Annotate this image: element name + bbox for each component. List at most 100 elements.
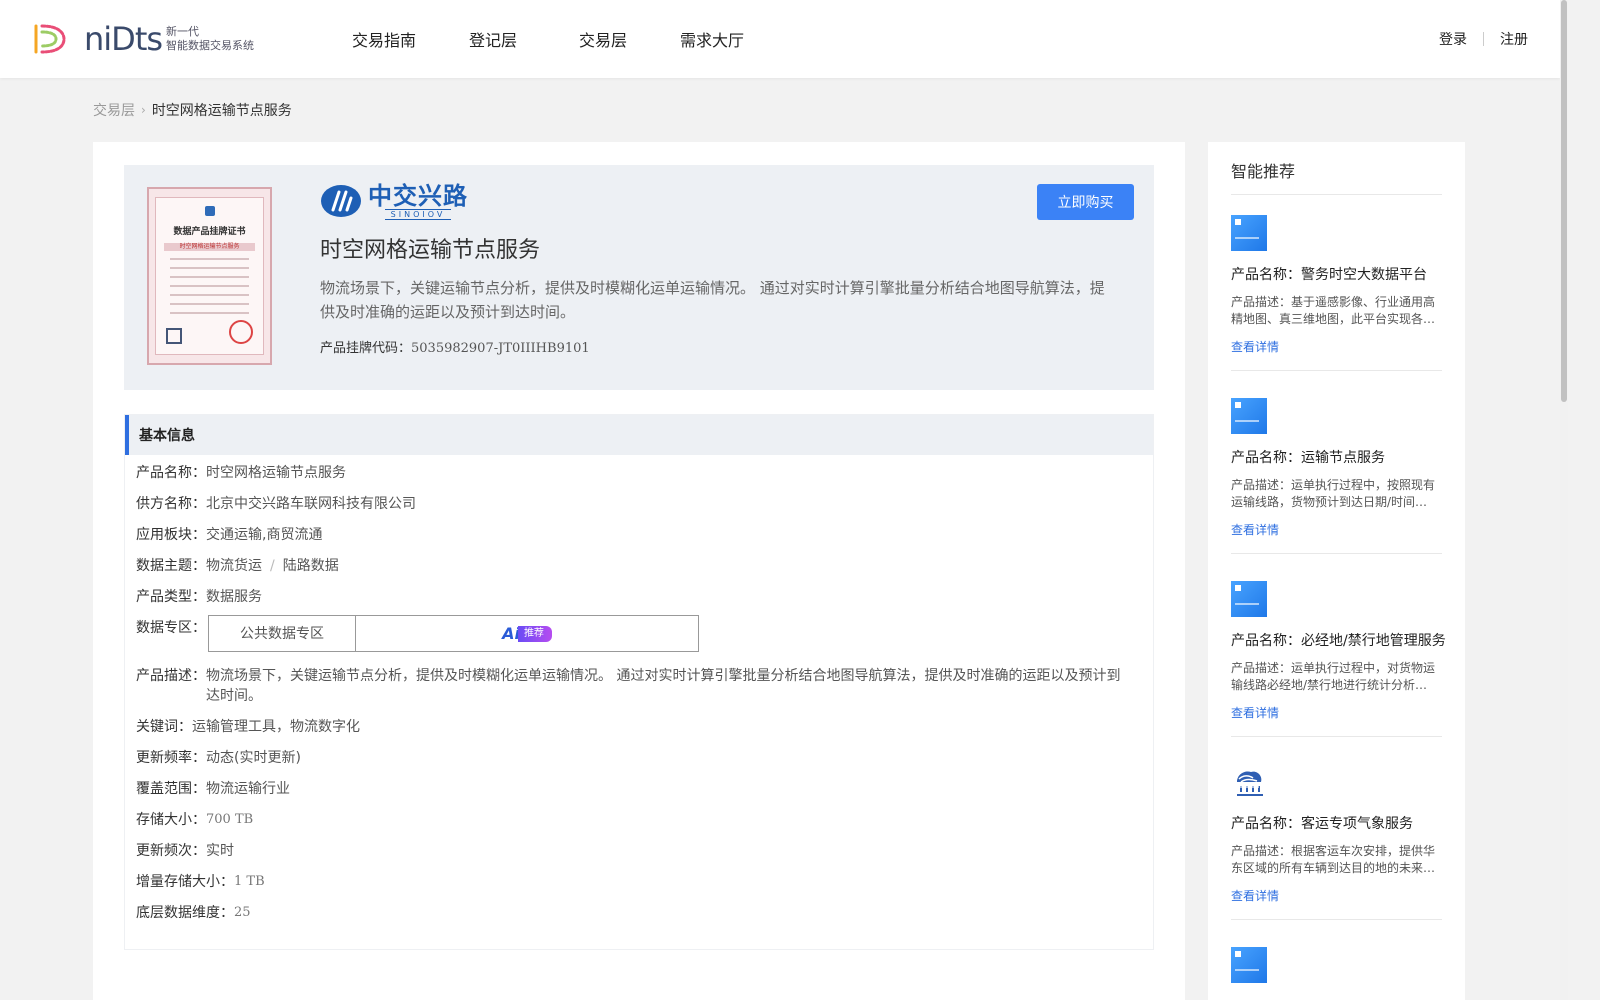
recommendation-card[interactable] (1231, 947, 1446, 983)
supplier-brand-logo: 中交兴路 SINOIOV (320, 181, 468, 220)
listing-certificate-image[interactable]: 数据产品挂牌证书 时空网格运输节点服务 (147, 187, 272, 365)
brand-name-cn: 中交兴路 (368, 181, 468, 210)
certificate-qr-icon (166, 328, 182, 344)
chevron-right-icon: › (141, 103, 146, 117)
field-value: 1 TB (234, 874, 265, 889)
info-row-dimensions: 底层数据维度： 25 (136, 903, 1153, 923)
main-nav: 交易指南 登记层 交易层 需求大厅 (352, 0, 744, 78)
certificate-title: 数据产品挂牌证书 (173, 227, 246, 237)
product-summary: 物流场景下，关键运输节点分析，提供及时模糊化运单运输情况。 通过对实时计算引擎批… (320, 279, 1105, 321)
listing-code-label: 产品挂牌代码： (320, 341, 412, 356)
certificate-logo-icon (204, 206, 215, 216)
field-value: 实时 (206, 843, 234, 859)
ai-recommend-tag: 推荐 (517, 625, 552, 642)
nav-registration-layer[interactable]: 登记层 (469, 27, 517, 51)
basic-info-section: 基本信息 产品名称： 时空网格运输节点服务 供方名称： 北京中交兴路车联网科技有… (124, 414, 1154, 950)
info-row-zone: 数据专区： 公共数据专区 Ai 推荐 (136, 615, 1153, 652)
field-label: 更新频次： (136, 843, 206, 859)
breadcrumb-current: 时空网格运输节点服务 (151, 103, 292, 119)
auth-divider (1483, 32, 1484, 46)
product-detail-panel: 数据产品挂牌证书 时空网格运输节点服务 中交兴路 SINOIOV 时空网格运输节… (93, 142, 1185, 1000)
field-label: 存储大小： (136, 812, 206, 828)
recommendation-card[interactable]: 产品名称：客运专项气象服务 产品描述：根据客运车次安排，提供华东区域的所有车辆到… (1231, 764, 1446, 920)
field-label: 产品类型： (136, 589, 206, 605)
logo-tagline-line1: 新一代 (166, 25, 200, 38)
zone-name-cell: 公共数据专区 (209, 616, 356, 651)
sinoiov-logo-icon (321, 185, 361, 217)
recommendation-name: 产品名称：警务时空大数据平台 (1231, 267, 1427, 283)
recommendation-card[interactable]: 产品名称：必经地/禁行地管理服务 产品描述：运单执行过程中，对货物运输线路必经地… (1231, 581, 1446, 737)
top-header: niDts 新一代 智能数据交易系统 交易指南 登记层 交易层 需求大厅 登录 … (0, 0, 1560, 78)
view-details-link[interactable]: 查看详情 (1231, 521, 1446, 538)
field-value: 时空网格运输节点服务 (206, 465, 346, 481)
product-thumbnail (1231, 215, 1267, 251)
login-link[interactable]: 登录 (1439, 29, 1467, 49)
logo-tagline: 新一代 智能数据交易系统 (166, 25, 254, 53)
product-thumbnail (1231, 947, 1267, 983)
nav-trade-guide[interactable]: 交易指南 (352, 27, 416, 51)
product-thumbnail (1231, 398, 1267, 434)
field-value: 动态(实时更新) (206, 750, 301, 766)
nav-trading-layer[interactable]: 交易层 (579, 27, 627, 51)
recommendation-card[interactable]: 产品名称：警务时空大数据平台 产品描述：基于遥感影像、行业通用高精地图、真三维地… (1231, 215, 1446, 371)
field-label: 数据专区： (136, 620, 206, 636)
page-scrollbar[interactable] (1560, 0, 1568, 1000)
certificate-product-band: 时空网格运输节点服务 (164, 243, 255, 251)
weather-service-logo-icon (1231, 764, 1267, 800)
recommendation-name: 产品名称：客运专项气象服务 (1231, 816, 1413, 832)
field-value: 物流场景下，关键运输节点分析，提供及时模糊化运单运输情况。 通过对实时计算引擎批… (206, 668, 1121, 704)
view-details-link[interactable]: 查看详情 (1231, 887, 1446, 904)
info-row-incremental-storage: 增量存储大小： 1 TB (136, 872, 1153, 892)
basic-info-heading: 基本信息 (125, 415, 1153, 455)
data-zone-table: 公共数据专区 Ai 推荐 (208, 615, 699, 652)
field-label: 底层数据维度： (136, 905, 234, 921)
logo-tagline-line2: 智能数据交易系统 (166, 39, 255, 52)
certificate-seal-icon (229, 320, 253, 344)
ai-recommend-badge: Ai 推荐 (502, 624, 552, 643)
info-row-description: 产品描述： 物流场景下，关键运输节点分析，提供及时模糊化运单运输情况。 通过对实… (136, 666, 1153, 706)
recommendation-desc: 产品描述：基于遥感影像、行业通用高精地图、真三维地图，此平台实现各类警务数据的时… (1231, 295, 1436, 326)
product-thumbnail (1231, 581, 1267, 617)
recommendation-card[interactable]: 产品名称：运输节点服务 产品描述：运单执行过程中，按照现有运输线路，货物预计到达… (1231, 398, 1446, 554)
field-value: 物流货运 / 陆路数据 (206, 556, 339, 576)
recommendation-sidebar: 智能推荐 产品名称：警务时空大数据平台 产品描述：基于遥感影像、行业通用高精地图… (1208, 142, 1465, 1000)
info-row-product-name: 产品名称： 时空网格运输节点服务 (136, 463, 1153, 483)
recommendation-desc: 产品描述：根据客运车次安排，提供华东区域的所有车辆到达目的地的未来天气预报服务 (1231, 844, 1436, 875)
logo-wordmark: niDts (84, 20, 163, 58)
site-logo[interactable]: niDts 新一代 智能数据交易系统 (30, 18, 254, 60)
view-details-link[interactable]: 查看详情 (1231, 338, 1446, 355)
register-link[interactable]: 注册 (1500, 29, 1528, 49)
breadcrumb: 交易层 › 时空网格运输节点服务 (93, 100, 292, 120)
field-value: 数据服务 (206, 589, 262, 605)
field-label: 关键词： (136, 719, 192, 735)
info-row-theme: 数据主题： 物流货运 / 陆路数据 (136, 556, 1153, 576)
recommendation-desc: 产品描述：运单执行过程中，对货物运输线路必经地/禁行地进行统计分析和管理服务 (1231, 661, 1436, 692)
field-value: 物流运输行业 (206, 781, 290, 797)
theme-secondary: 陆路数据 (282, 558, 339, 574)
field-value: 运输管理工具，物流数字化 (192, 719, 360, 735)
recommendation-name: 产品名称：必经地/禁行地管理服务 (1231, 633, 1446, 649)
brand-name-en: SINOIOV (384, 208, 452, 220)
field-value: 北京中交兴路车联网科技有限公司 (206, 496, 416, 512)
field-label: 供方名称： (136, 496, 206, 512)
auth-links: 登录 注册 (1439, 0, 1528, 78)
scrollbar-thumb[interactable] (1561, 0, 1567, 402)
nav-demand-hall[interactable]: 需求大厅 (680, 27, 744, 51)
info-row-keywords: 关键词： 运输管理工具，物流数字化 (136, 717, 1153, 737)
field-value: 交通运输,商贸流通 (206, 527, 323, 543)
field-label: 产品描述： (136, 668, 206, 684)
breadcrumb-trading-layer[interactable]: 交易层 (93, 100, 135, 120)
theme-separator: / (270, 558, 275, 574)
field-label: 增量存储大小： (136, 874, 234, 890)
buy-now-button[interactable]: 立即购买 (1037, 184, 1134, 220)
field-label: 更新频率： (136, 750, 206, 766)
field-value: 25 (234, 905, 251, 920)
zone-ai-cell: Ai 推荐 (356, 616, 698, 651)
info-row-update-times: 更新频次： 实时 (136, 841, 1153, 861)
listing-code-value: 5035982907-JT0IIIHB9101 (411, 341, 590, 356)
view-details-link[interactable]: 查看详情 (1231, 704, 1446, 721)
recommendation-desc: 产品描述：运单执行过程中，按照现有运输线路，货物预计到达日期/时间计算服务 (1231, 478, 1436, 509)
listing-code: 产品挂牌代码：5035982907-JT0IIIHB9101 (320, 337, 590, 356)
product-hero: 数据产品挂牌证书 时空网格运输节点服务 中交兴路 SINOIOV 时空网格运输节… (124, 165, 1154, 390)
field-label: 产品名称： (136, 465, 206, 481)
